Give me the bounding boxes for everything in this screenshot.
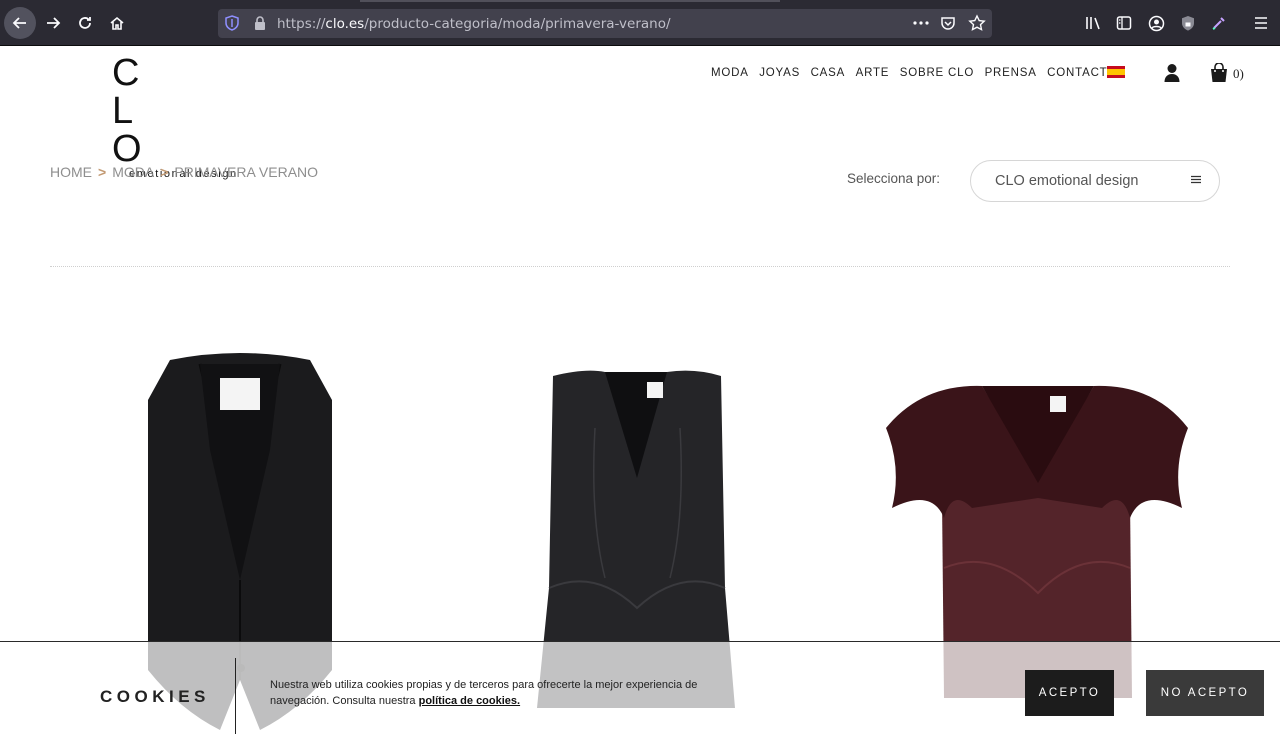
breadcrumb-current: PRIMAVERA VERANO [174,164,319,180]
account-icon[interactable] [1144,11,1168,35]
cookie-title: COOKIES [100,687,210,706]
spanish-flag-icon[interactable] [1107,66,1125,78]
active-tab-indicator [360,0,780,2]
reject-cookies-button[interactable]: NO ACEPTO [1146,670,1264,716]
extension-shield-icon[interactable] [1176,11,1200,35]
cart-count: 0) [1233,66,1244,81]
pocket-icon[interactable] [940,15,956,36]
cookie-policy-link[interactable]: política de cookies. [419,695,520,707]
browser-toolbar: https://clo.es/producto-categoria/moda/p… [0,0,1280,46]
eyedropper-icon[interactable] [1207,11,1231,35]
nav-item-prensa[interactable]: PRENSA [985,67,1037,79]
address-bar[interactable]: https://clo.es/producto-categoria/moda/p… [218,9,992,38]
back-icon[interactable] [4,7,36,39]
breadcrumb-moda[interactable]: MODA [112,164,154,180]
shield-icon[interactable] [224,15,240,36]
clo-logo[interactable]: C L O emotional design [112,54,247,180]
cookie-banner: COOKIES Nuestra web utiliza cookies prop… [0,641,1280,747]
sidebar-icon[interactable] [1112,11,1136,35]
forward-icon[interactable] [37,7,69,39]
nav-item-joyas[interactable]: JOYAS [759,67,800,79]
more-icon[interactable] [912,16,930,35]
shopping-bag-icon [1211,63,1227,82]
accept-cookies-button[interactable]: ACEPTO [1025,670,1114,716]
url-text[interactable]: https://clo.es/producto-categoria/moda/p… [277,16,671,32]
home-icon[interactable] [101,7,133,39]
cart-button[interactable]: 0) [1209,63,1244,82]
menu-icon[interactable] [1249,11,1273,35]
cookie-message: Nuestra web utiliza cookies propias y de… [270,677,730,709]
breadcrumb-separator: > [160,164,169,180]
sort-label: Selecciona por: [847,171,941,186]
lock-icon[interactable] [253,15,267,36]
list-menu-icon [1191,175,1201,184]
sort-select[interactable]: CLO emotional design [970,160,1220,202]
bookmark-star-icon[interactable] [968,14,986,37]
sort-selected-value: CLO emotional design [995,173,1139,189]
section-divider [50,266,1230,267]
cookie-divider [235,658,236,734]
breadcrumb-separator: > [98,164,107,180]
nav-item-moda[interactable]: MODA [711,67,749,79]
nav-item-sobre-clo[interactable]: SOBRE CLO [900,67,974,79]
logo-mark: C L O [112,52,170,170]
nav-item-arte[interactable]: ARTE [856,67,890,79]
user-account-icon[interactable] [1163,63,1181,82]
main-navigation: MODA JOYAS CASA ARTE SOBRE CLO PRENSA CO… [711,67,1128,79]
nav-item-casa[interactable]: CASA [811,67,846,79]
reload-icon[interactable] [69,7,101,39]
breadcrumb-home[interactable]: HOME [50,164,92,180]
library-icon[interactable] [1082,11,1106,35]
breadcrumb: HOME > MODA > PRIMAVERA VERANO [50,164,318,180]
